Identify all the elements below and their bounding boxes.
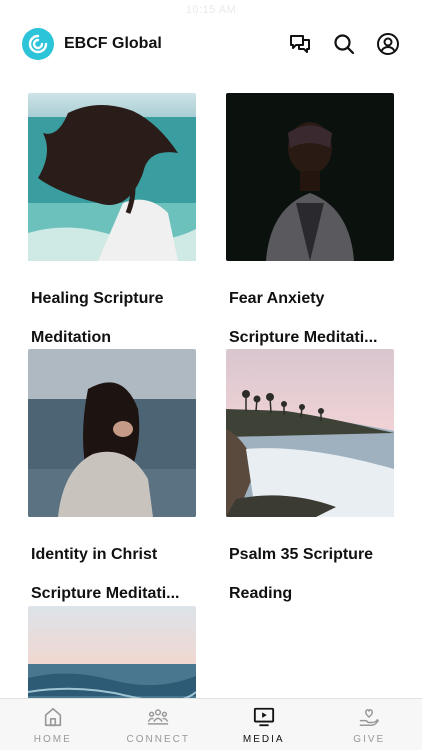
media-title-line: Reading [229, 584, 293, 602]
tab-give[interactable]: GIVE [317, 699, 422, 750]
media-title-line: Scripture Meditati... [229, 328, 378, 346]
tab-label: MEDIA [242, 734, 285, 745]
media-thumbnail[interactable] [28, 349, 196, 517]
media-card-identity[interactable]: Identity in Christ Scripture Meditati... [28, 349, 196, 623]
tab-label: GIVE [353, 734, 386, 745]
tab-label: CONNECT [126, 734, 190, 745]
media-title-line: Meditation [31, 328, 111, 346]
media-play-icon [253, 707, 274, 727]
tab-home[interactable]: HOME [0, 699, 106, 750]
people-icon [147, 709, 169, 725]
bottom-tab-bar: HOME CONNECT MEDIA GIVE [0, 698, 422, 750]
account-icon[interactable] [376, 32, 400, 56]
media-title-line: Identity in Christ [31, 545, 158, 563]
media-card-psalm-35[interactable]: Psalm 35 Scripture Reading [226, 349, 394, 623]
media-title-line: Fear Anxiety [229, 289, 325, 307]
media-title-line: Healing Scripture [31, 289, 164, 307]
header-actions [268, 32, 400, 56]
media-thumbnail[interactable] [28, 93, 196, 261]
media-card-healing[interactable]: Healing Scripture Meditation [28, 93, 196, 367]
search-icon[interactable] [332, 32, 356, 56]
media-title-line: Scripture Meditati... [31, 584, 180, 602]
media-title-line: Psalm 35 Scripture [229, 545, 374, 563]
status-bar-time: 10:15 AM [185, 4, 237, 16]
app-title: EBCF Global [64, 35, 162, 52]
media-thumbnail[interactable] [226, 93, 394, 261]
tab-connect[interactable]: CONNECT [106, 699, 212, 750]
media-card-fear-anxiety[interactable]: Fear Anxiety Scripture Meditati... [226, 93, 394, 367]
tab-label: HOME [33, 734, 72, 745]
home-icon [44, 707, 61, 727]
app-header: EBCF Global [22, 22, 400, 66]
ebcf-logo-icon [22, 28, 54, 60]
media-thumbnail[interactable] [226, 349, 394, 517]
media-card-title[interactable]: Psalm 35 Scripture Reading [229, 525, 394, 623]
tab-media[interactable]: MEDIA [211, 699, 317, 750]
heart-hand-icon [360, 709, 380, 726]
chat-icon[interactable] [288, 32, 312, 56]
